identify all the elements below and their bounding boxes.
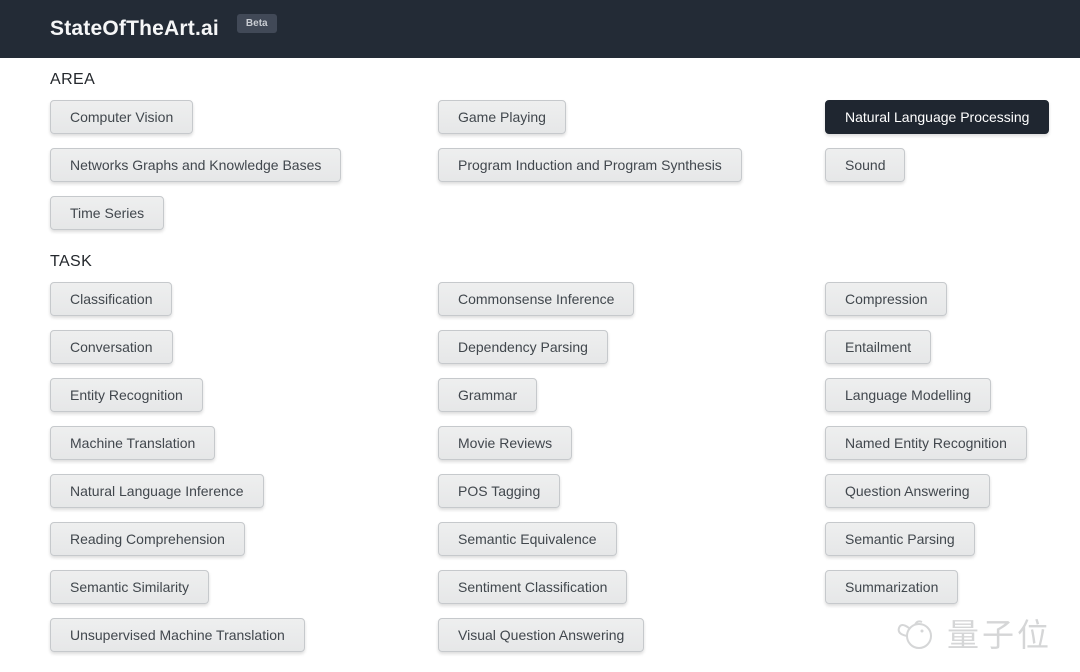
task-tag-semantic-equivalence[interactable]: Semantic Equivalence [438, 522, 617, 556]
task-tag-visual-question-answering[interactable]: Visual Question Answering [438, 618, 644, 652]
beta-badge: Beta [237, 14, 277, 33]
task-tag-compression[interactable]: Compression [825, 282, 947, 316]
area-tag-networks-graphs-and-knowledge-bases[interactable]: Networks Graphs and Knowledge Bases [50, 148, 341, 182]
task-section-label: TASK [50, 253, 1046, 271]
task-tag-named-entity-recognition[interactable]: Named Entity Recognition [825, 426, 1027, 460]
area-tag-time-series[interactable]: Time Series [50, 196, 164, 230]
main-content: AREA Computer Vision Game Playing Natural … [0, 58, 1080, 652]
task-tag-dependency-parsing[interactable]: Dependency Parsing [438, 330, 608, 364]
area-tag-sound[interactable]: Sound [825, 148, 905, 182]
task-tag-classification[interactable]: Classification [50, 282, 172, 316]
task-tag-entity-recognition[interactable]: Entity Recognition [50, 378, 203, 412]
task-tag-unsupervised-machine-translation[interactable]: Unsupervised Machine Translation [50, 618, 305, 652]
task-tag-question-answering[interactable]: Question Answering [825, 474, 990, 508]
task-tag-semantic-parsing[interactable]: Semantic Parsing [825, 522, 975, 556]
area-tag-game-playing[interactable]: Game Playing [438, 100, 566, 134]
task-tag-reading-comprehension[interactable]: Reading Comprehension [50, 522, 245, 556]
task-tag-machine-translation[interactable]: Machine Translation [50, 426, 215, 460]
task-tag-language-modelling[interactable]: Language Modelling [825, 378, 991, 412]
task-filter-grid: Classification Commonsense Inference Compr… [50, 282, 1046, 652]
area-section-label: AREA [50, 71, 1046, 89]
area-tag-program-induction-and-program-synthesis[interactable]: Program Induction and Program Synthesis [438, 148, 742, 182]
task-tag-semantic-similarity[interactable]: Semantic Similarity [50, 570, 209, 604]
area-filter-grid: Computer Vision Game Playing Natural Langu… [50, 100, 1046, 230]
area-tag-natural-language-processing[interactable]: Natural Language Processing [825, 100, 1049, 134]
task-tag-sentiment-classification[interactable]: Sentiment Classification [438, 570, 627, 604]
task-tag-entailment[interactable]: Entailment [825, 330, 931, 364]
task-tag-natural-language-inference[interactable]: Natural Language Inference [50, 474, 264, 508]
task-tag-conversation[interactable]: Conversation [50, 330, 173, 364]
task-tag-commonsense-inference[interactable]: Commonsense Inference [438, 282, 634, 316]
task-tag-movie-reviews[interactable]: Movie Reviews [438, 426, 572, 460]
task-tag-pos-tagging[interactable]: POS Tagging [438, 474, 560, 508]
area-tag-computer-vision[interactable]: Computer Vision [50, 100, 193, 134]
top-navbar: StateOfTheArt.ai Beta [0, 0, 1080, 58]
site-title[interactable]: StateOfTheArt.ai [50, 17, 219, 41]
task-tag-grammar[interactable]: Grammar [438, 378, 537, 412]
task-tag-summarization[interactable]: Summarization [825, 570, 958, 604]
